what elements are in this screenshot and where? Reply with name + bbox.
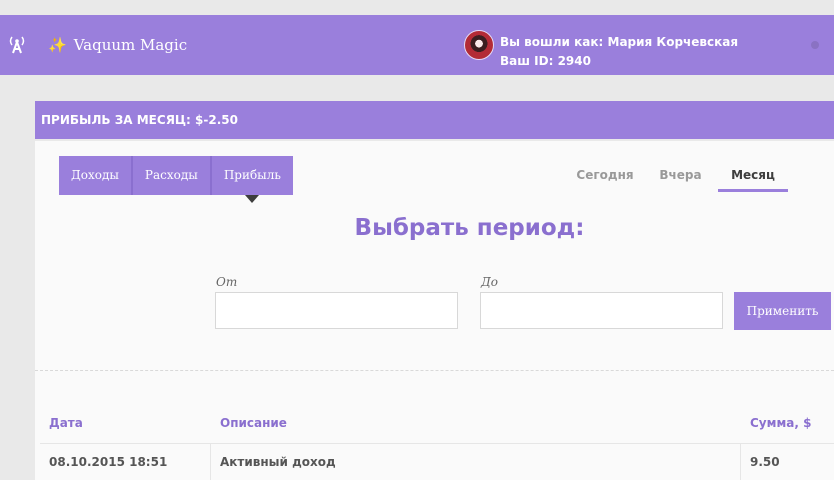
user-info: Вы вошли как: Мария Корчевская Ваш ID: 2… (500, 33, 738, 71)
user-name: Вы вошли как: Мария Корчевская (500, 35, 739, 49)
user-id: Ваш ID: 2940 (500, 54, 591, 68)
row-date: 08.10.2015 18:51 (49, 455, 168, 469)
row-description: Активный доход (220, 455, 336, 469)
tab-today[interactable]: Сегодня (569, 161, 641, 189)
column-divider (740, 443, 741, 480)
from-label: От (216, 275, 238, 289)
brand-link[interactable]: ✨ Vaquum Magic (48, 35, 187, 55)
separator (35, 370, 834, 371)
to-date-input[interactable] (480, 292, 723, 329)
antenna-icon-svg (9, 36, 25, 54)
tab-month[interactable]: Месяц (718, 161, 788, 192)
antenna-icon[interactable] (6, 34, 28, 56)
column-description: Описание (220, 416, 287, 430)
tab-yesterday[interactable]: Вчера (652, 161, 709, 189)
to-label: До (481, 275, 498, 289)
period-tabs: Сегодня Вчера Месяц (35, 161, 834, 197)
avatar[interactable] (464, 30, 494, 60)
from-date-input[interactable] (215, 292, 458, 329)
column-divider (210, 443, 211, 480)
status-dot[interactable] (811, 41, 819, 49)
column-amount: Сумма, $ (750, 416, 812, 430)
row-amount: 9.50 (750, 455, 780, 469)
brand-name: Vaquum Magic (73, 36, 188, 54)
period-heading: Выбрать период: (354, 215, 585, 241)
top-bar: ✨ Vaquum Magic Вы вошли как: Мария Корчев… (0, 15, 834, 75)
wand-icon: ✨ (48, 36, 67, 54)
column-date: Дата (49, 416, 83, 430)
panel-title: ПРИБЫЛЬ ЗА МЕСЯЦ: $-2.50 (35, 101, 834, 139)
apply-button[interactable]: Применить (734, 292, 831, 330)
table-row (40, 443, 834, 444)
main-panel: Доходы Расходы Прибыль Сегодня Вчера Мес… (35, 141, 834, 480)
